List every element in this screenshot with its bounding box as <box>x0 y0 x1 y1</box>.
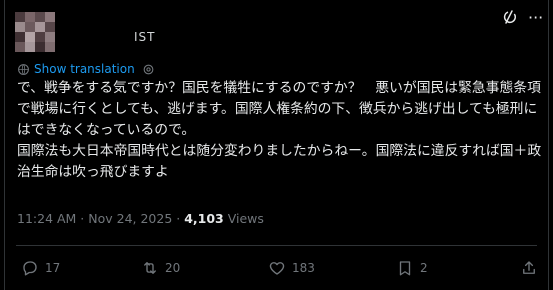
divider <box>16 245 537 246</box>
share-button[interactable] <box>520 259 538 277</box>
views-count: 4,103 <box>184 211 224 226</box>
like-icon <box>269 262 285 275</box>
reply-icon <box>23 261 37 276</box>
reply-count: 17 <box>45 261 61 275</box>
bookmark-button[interactable]: 2 <box>396 259 428 277</box>
share-icon <box>523 261 535 274</box>
bookmark-count: 2 <box>420 261 428 275</box>
translate-icon <box>18 63 29 75</box>
timestamp[interactable]: 11:24 AM · Nov 24, 2025 · <box>17 211 184 226</box>
grok-icon[interactable] <box>502 9 518 25</box>
show-translation-link[interactable]: Show translation <box>17 62 155 76</box>
like-button[interactable]: 183 <box>268 259 315 277</box>
like-count: 183 <box>292 261 315 275</box>
views-label: Views <box>223 211 264 226</box>
repost-icon <box>144 262 156 274</box>
bookmark-icon <box>399 261 411 276</box>
show-translation-label[interactable]: Show translation <box>34 62 135 76</box>
post-text: で、戦争をする気ですか？国民を犠牲にするのですか？ 悪いが国民は緊急事態条項で戦… <box>17 80 542 180</box>
action-bar: 17 20 183 2 <box>0 259 553 279</box>
user-handle[interactable]: IST <box>134 30 156 44</box>
settings-icon[interactable] <box>142 63 155 76</box>
repost-button[interactable]: 20 <box>141 259 180 277</box>
post-meta: 11:24 AM · Nov 24, 2025 · 4,103 Views <box>17 211 264 226</box>
reply-button[interactable]: 17 <box>21 259 60 277</box>
repost-count: 20 <box>165 261 181 275</box>
more-options-icon[interactable]: ··· <box>528 8 543 27</box>
avatar[interactable] <box>15 12 55 52</box>
